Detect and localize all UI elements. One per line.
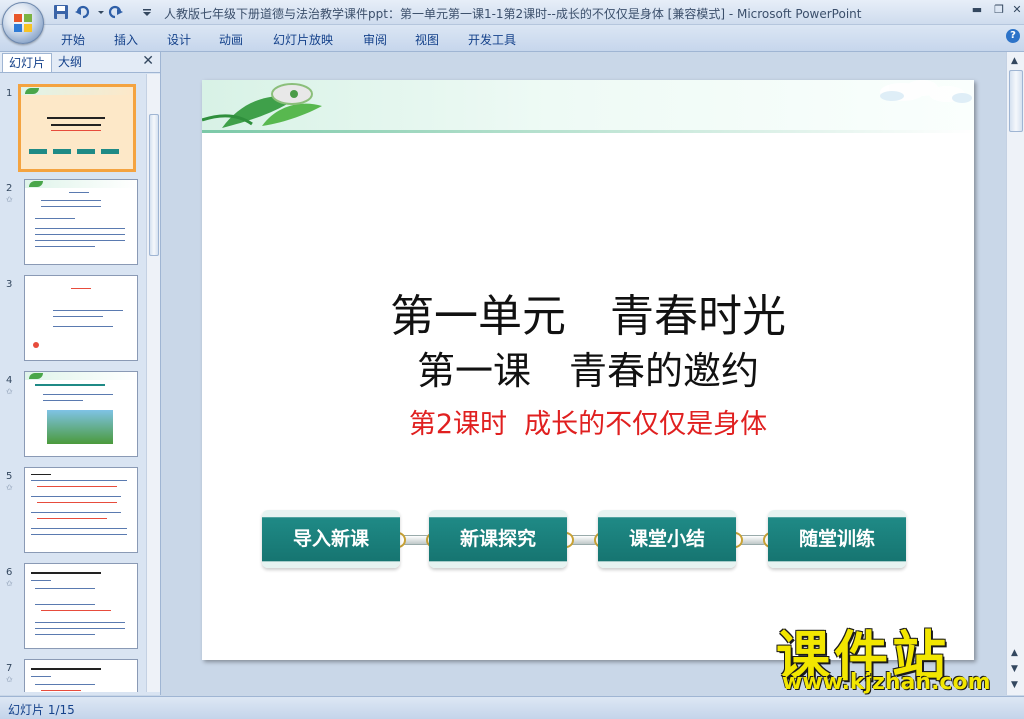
- office-logo-icon: [13, 13, 33, 33]
- slide-thumbnail[interactable]: [24, 467, 138, 553]
- tab-outline[interactable]: 大纲: [52, 53, 88, 71]
- tab-home[interactable]: 开始: [61, 31, 85, 48]
- scroll-up-icon[interactable]: ▲: [1011, 56, 1018, 66]
- slide-thumbnail[interactable]: [24, 659, 138, 692]
- slide-thumbnail[interactable]: [24, 371, 138, 457]
- period-subtitle: 第2课时 成长的不仅仅是身体: [408, 409, 768, 440]
- slide-thumbnail[interactable]: [24, 275, 138, 361]
- office-button[interactable]: [2, 2, 44, 44]
- scroll-down-icon[interactable]: ▼: [1011, 680, 1018, 690]
- lesson-title: 第一课 青春的邀约: [416, 349, 759, 393]
- tab-design[interactable]: 设计: [167, 31, 191, 48]
- slides-pane: 幻灯片 大纲 ✕ 1 2 ✩ 3 4 ✩ 5 ✩ 6 ✩ 7 ✩: [0, 52, 161, 695]
- pane-scroll-thumb[interactable]: [149, 114, 159, 256]
- minimize-button[interactable]: ▬: [966, 2, 988, 18]
- slide-workspace: 第一单元 青春时光 第一课 青春的邀约 第2课时 成长的不仅仅是身体 导入新课 …: [161, 52, 1006, 695]
- undo-icon[interactable]: [74, 3, 92, 21]
- slide-thumbnail[interactable]: [24, 179, 138, 265]
- tab-slideshow[interactable]: 幻灯片放映: [273, 31, 333, 48]
- status-bar: 幻灯片 1/15: [0, 696, 1024, 719]
- scroll-thumb[interactable]: [1009, 70, 1023, 132]
- scroll-down-page-icon[interactable]: ▼: [1011, 664, 1018, 674]
- slide-thumbnail[interactable]: [24, 563, 138, 649]
- slide-number: 6: [6, 567, 13, 578]
- unit-title: 第一单元 青春时光: [390, 291, 786, 342]
- slide-number: 3: [6, 279, 13, 290]
- tab-slides[interactable]: 幻灯片: [2, 53, 53, 72]
- ribbon-tabs: 开始 插入 设计 动画 幻灯片放映 审阅 视图 开发工具 ?: [0, 25, 1024, 52]
- slide-number: 1: [6, 88, 13, 99]
- watermark-url: www.kjzhan.com: [782, 670, 991, 695]
- animation-star-icon: ✩: [6, 579, 13, 588]
- tab-insert[interactable]: 插入: [114, 31, 138, 48]
- tab-view[interactable]: 视图: [415, 31, 439, 48]
- undo-dropdown-icon[interactable]: [92, 3, 104, 21]
- animation-star-icon: ✩: [6, 387, 13, 396]
- close-pane-icon[interactable]: ✕: [142, 53, 154, 69]
- animation-star-icon: ✩: [6, 483, 13, 492]
- nav-button-summary[interactable]: 课堂小结: [598, 510, 736, 568]
- nav-button-explore[interactable]: 新课探究: [429, 510, 567, 568]
- nav-button-intro[interactable]: 导入新课: [262, 510, 400, 568]
- tab-developer[interactable]: 开发工具: [468, 31, 516, 48]
- tab-review[interactable]: 审阅: [363, 31, 387, 48]
- animation-star-icon: ✩: [6, 195, 13, 204]
- close-button[interactable]: ✕: [1006, 2, 1024, 18]
- window-title: 人教版七年级下册道德与法治教学课件ppt：第一单元第一课1-1第2课时--成长的…: [164, 7, 862, 21]
- slide-number: 5: [6, 471, 13, 482]
- slide-number: 4: [6, 375, 13, 386]
- customize-qat-icon[interactable]: [138, 3, 151, 21]
- pane-tabs: 幻灯片 大纲 ✕: [0, 52, 160, 73]
- save-icon[interactable]: [52, 3, 70, 21]
- nav-button-practice[interactable]: 随堂训练: [768, 510, 906, 568]
- pane-scrollbar[interactable]: [146, 74, 160, 692]
- slide-thumbnail[interactable]: [18, 84, 136, 172]
- slide-counter: 幻灯片 1/15: [8, 703, 75, 717]
- redo-icon[interactable]: [106, 3, 124, 21]
- tab-animations[interactable]: 动画: [219, 31, 243, 48]
- slide-number: 7: [6, 663, 13, 674]
- slide-header-decoration: [202, 80, 974, 130]
- scroll-up-page-icon[interactable]: ▲: [1011, 648, 1018, 658]
- header-divider: [202, 130, 974, 133]
- help-icon[interactable]: ?: [1006, 29, 1020, 43]
- thumbnail-list: 1 2 ✩ 3 4 ✩ 5 ✩ 6 ✩ 7 ✩: [0, 74, 146, 692]
- slide-number: 2: [6, 183, 13, 194]
- animation-star-icon: ✩: [6, 675, 13, 684]
- title-bar: 人教版七年级下册道德与法治教学课件ppt：第一单元第一课1-1第2课时--成长的…: [0, 0, 1024, 25]
- slide-canvas[interactable]: 第一单元 青春时光 第一课 青春的邀约 第2课时 成长的不仅仅是身体 导入新课 …: [202, 80, 974, 660]
- vertical-scrollbar[interactable]: ▲ ▲ ▼ ▼: [1006, 52, 1024, 695]
